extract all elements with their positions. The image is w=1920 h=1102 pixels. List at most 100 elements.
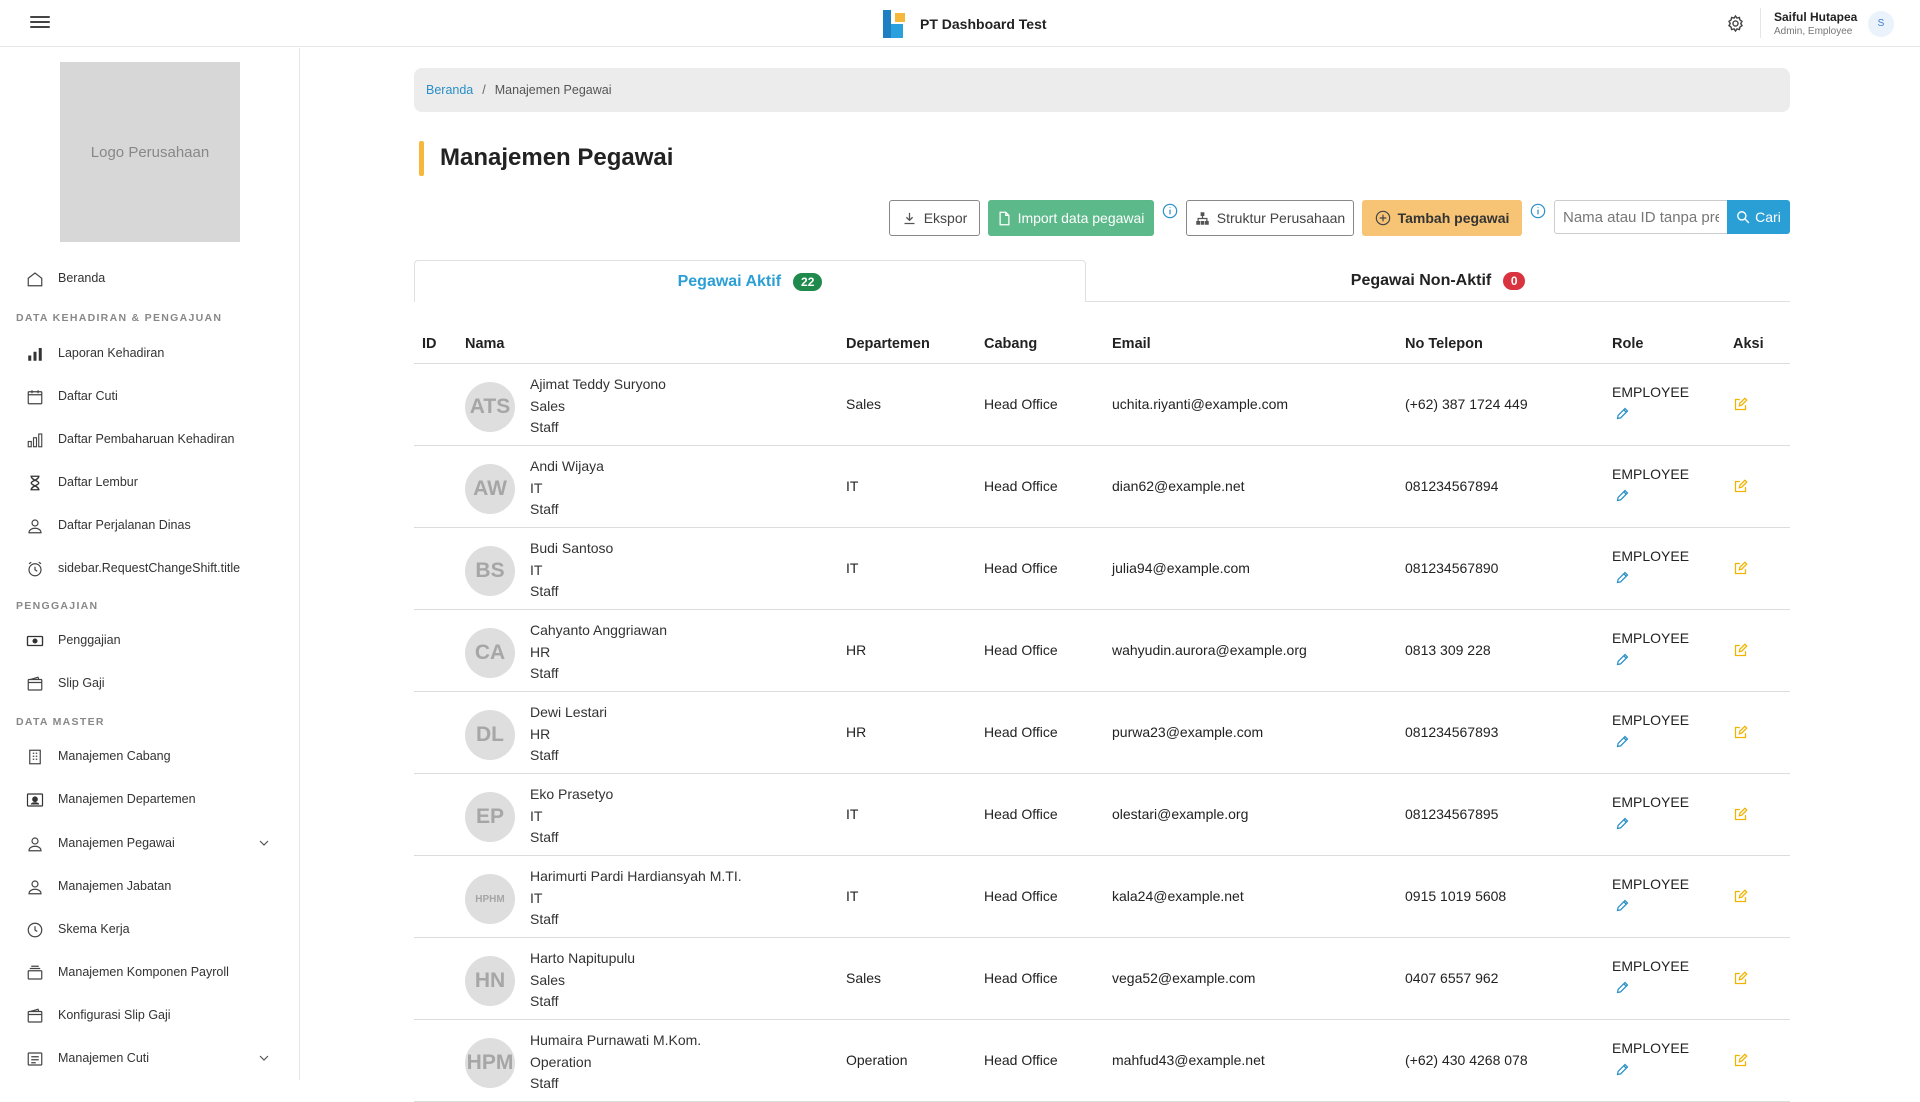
sidebar-item-manajemen-jabatan[interactable]: Manajemen Jabatan xyxy=(0,871,300,901)
employee-name[interactable]: Budi Santoso xyxy=(530,538,613,560)
breadcrumb-home-link[interactable]: Beranda xyxy=(426,83,473,97)
sidebar-item-slip-gaji[interactable]: Slip Gaji xyxy=(0,668,300,698)
user-info[interactable]: Saiful Hutapea Admin, Employee xyxy=(1774,10,1857,37)
search-button-label: Cari xyxy=(1755,209,1781,225)
edit-role-icon[interactable] xyxy=(1615,652,1630,672)
employee-position: Staff xyxy=(530,665,559,681)
export-button[interactable]: Ekspor xyxy=(889,200,980,236)
sidebar-item-penggajian[interactable]: Penggajian xyxy=(0,625,300,655)
employee-name[interactable]: Dewi Lestari xyxy=(530,702,607,724)
table-row: EP Eko Prasetyo IT Staff IT Head Office olesta… xyxy=(414,774,1790,856)
chevron-down-icon[interactable] xyxy=(258,1052,270,1064)
phone-cell: 081234567890 xyxy=(1405,560,1499,576)
sidebar-item-laporan-kehadiran[interactable]: Laporan Kehadiran xyxy=(0,338,300,368)
employee-name[interactable]: Andi Wijaya xyxy=(530,456,604,478)
download-icon xyxy=(904,212,915,224)
role-cell: EMPLOYEE xyxy=(1612,712,1690,728)
email-cell: wahyudin.aurora@example.org xyxy=(1112,642,1307,658)
sidebar-item-daftar-lembur[interactable]: Daftar Lembur xyxy=(0,467,300,497)
edit-role-icon[interactable] xyxy=(1615,1062,1630,1082)
info-icon[interactable] xyxy=(1162,203,1178,219)
edit-employee-icon[interactable] xyxy=(1733,561,1748,581)
sidebar-item-beranda[interactable]: Beranda xyxy=(0,263,300,293)
info-icon[interactable] xyxy=(1530,203,1546,219)
edit-employee-icon[interactable] xyxy=(1733,971,1748,991)
employee-name[interactable]: Cahyanto Anggriawan xyxy=(530,620,667,642)
employee-position: Staff xyxy=(530,419,559,435)
avatar[interactable]: S xyxy=(1868,11,1894,37)
sidebar-item-manajemen-pegawai[interactable]: Manajemen Pegawai xyxy=(0,828,300,858)
column-header-no-telepon: No Telepon xyxy=(1405,336,1483,352)
edit-employee-icon[interactable] xyxy=(1733,643,1748,663)
edit-role-icon[interactable] xyxy=(1615,898,1630,918)
branch-cell: Head Office xyxy=(984,888,1058,904)
menu-toggle-icon[interactable] xyxy=(30,13,50,31)
chevron-down-icon[interactable] xyxy=(258,837,270,849)
sidebar-item-label: Manajemen Komponen Payroll xyxy=(58,965,229,979)
edit-employee-icon[interactable] xyxy=(1733,1053,1748,1073)
edit-role-icon[interactable] xyxy=(1615,406,1630,426)
sidebar-item-daftar-cuti[interactable]: Daftar Cuti xyxy=(0,381,300,411)
sidebar-item-manajemen-cabang[interactable]: Manajemen Cabang xyxy=(0,741,300,771)
employee-name[interactable]: Harimurti Pardi Hardiansyah M.TI. xyxy=(530,866,742,888)
employee-avatar: ATS xyxy=(465,382,515,432)
sidebar-item-daftar-pembaharuan-kehadiran[interactable]: Daftar Pembaharuan Kehadiran xyxy=(0,424,300,454)
department-cell: Operation xyxy=(846,1052,908,1068)
email-cell: olestari@example.org xyxy=(1112,806,1249,822)
search-input[interactable] xyxy=(1554,200,1727,234)
edit-role-icon[interactable] xyxy=(1615,980,1630,1000)
sidebar: Logo Perusahaan Beranda DATA KEHADIRAN &… xyxy=(0,48,300,1080)
add-button-label: Tambah pegawai xyxy=(1397,210,1510,226)
employee-info: Harimurti Pardi Hardiansyah M.TI. IT Staff xyxy=(530,866,742,931)
tab-pegawai-aktif[interactable]: Pegawai Aktif 22 xyxy=(414,260,1086,302)
employee-avatar: EP xyxy=(465,792,515,842)
employee-name[interactable]: Harto Napitupulu xyxy=(530,948,635,970)
user-role: Admin, Employee xyxy=(1774,26,1853,37)
department-cell: HR xyxy=(846,724,867,740)
edit-role-icon[interactable] xyxy=(1615,734,1630,754)
tab-label: Pegawai Aktif xyxy=(677,272,782,290)
sidebar-item-skema-kerja[interactable]: Skema Kerja xyxy=(0,914,300,944)
phone-cell: (+62) 387 1724 449 xyxy=(1405,396,1528,412)
sidebar-item-konfigurasi-slip-gaji[interactable]: Konfigurasi Slip Gaji xyxy=(0,1000,300,1030)
column-header-role: Role xyxy=(1612,336,1644,352)
edit-employee-icon[interactable] xyxy=(1733,725,1748,745)
count-badge: 22 xyxy=(793,272,823,291)
sidebar-item-daftar-perjalanan-dinas[interactable]: Daftar Perjalanan Dinas xyxy=(0,510,300,540)
employee-name[interactable]: Ajimat Teddy Suryono xyxy=(530,374,666,396)
sidebar-section-title: DATA KEHADIRAN & PENGAJUAN xyxy=(16,312,223,324)
edit-role-icon[interactable] xyxy=(1615,570,1630,590)
add-employee-button[interactable]: Tambah pegawai xyxy=(1362,200,1522,236)
department-cell: IT xyxy=(846,888,859,904)
edit-employee-icon[interactable] xyxy=(1733,397,1748,417)
search-button[interactable]: Cari xyxy=(1727,200,1790,234)
sidebar-section-title: PENGGAJIAN xyxy=(16,600,99,612)
employee-department: Sales xyxy=(530,971,566,988)
role-cell: EMPLOYEE xyxy=(1612,384,1690,400)
employee-name[interactable]: Humaira Purnawati M.Kom. xyxy=(530,1030,701,1052)
sidebar-item-request-change-shift[interactable]: sidebar.RequestChangeShift.title xyxy=(0,553,300,583)
employee-position: Staff xyxy=(530,747,559,763)
tab-pegawai-non-aktif[interactable]: Pegawai Non-Aktif 0 xyxy=(1086,260,1790,302)
sidebar-item-manajemen-cuti[interactable]: Manajemen Cuti xyxy=(0,1043,300,1073)
edit-role-icon[interactable] xyxy=(1615,816,1630,836)
edit-employee-icon[interactable] xyxy=(1733,889,1748,909)
app-title: PT Dashboard Test xyxy=(920,16,1047,32)
company-structure-button[interactable]: Struktur Perusahaan xyxy=(1186,200,1354,236)
breadcrumb: Beranda / Manajemen Pegawai xyxy=(414,68,1790,112)
employee-name[interactable]: Eko Prasetyo xyxy=(530,784,613,806)
column-header-id: ID xyxy=(422,336,437,352)
brand[interactable]: PT Dashboard Test xyxy=(882,10,1047,38)
wallet-icon xyxy=(27,676,43,691)
edit-role-icon[interactable] xyxy=(1615,488,1630,508)
edit-employee-icon[interactable] xyxy=(1733,807,1748,827)
edit-employee-icon[interactable] xyxy=(1733,479,1748,499)
branch-cell: Head Office xyxy=(984,1052,1058,1068)
department-cell: Sales xyxy=(846,396,882,412)
gear-icon[interactable] xyxy=(1726,14,1745,33)
table-row: HN Harto Napitupulu Sales Staff Sales Head Of… xyxy=(414,938,1790,1020)
role-cell: EMPLOYEE xyxy=(1612,876,1690,892)
sidebar-item-manajemen-departemen[interactable]: Manajemen Departemen xyxy=(0,784,300,814)
sidebar-item-manajemen-komponen-payroll[interactable]: Manajemen Komponen Payroll xyxy=(0,957,300,987)
import-employee-button[interactable]: Import data pegawai xyxy=(988,200,1154,236)
